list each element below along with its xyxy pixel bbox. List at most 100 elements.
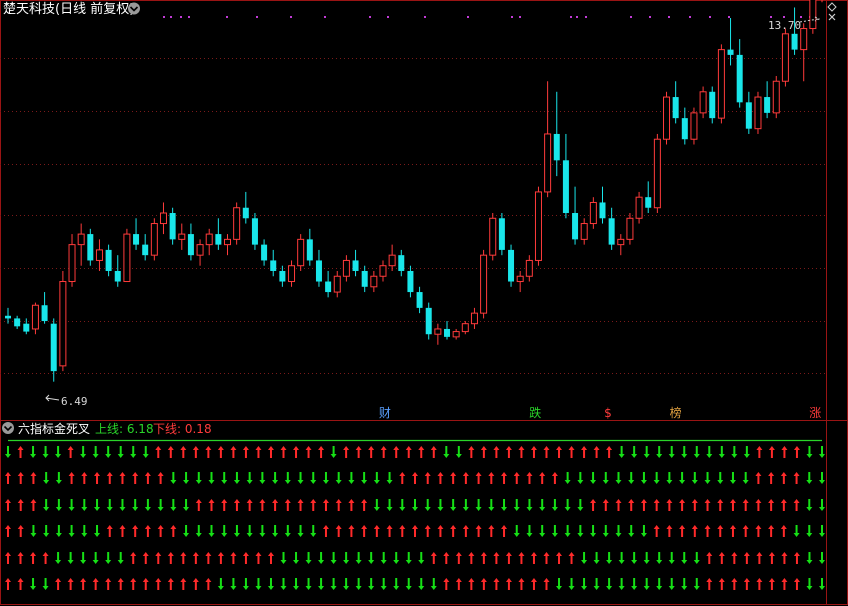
signal-arrow-up [768,525,775,537]
low-price-label: 6.49 [61,395,88,408]
signal-arrow-up [488,525,495,537]
signal-arrow-up [493,446,500,458]
signal-arrow-up [255,446,262,458]
signal-arrow-down [170,499,177,511]
signal-arrow-down [731,446,738,458]
event-marker-dot [180,16,182,18]
signal-arrow-up [167,446,174,458]
candle-body-down [407,270,414,293]
candle-body-down [270,260,277,271]
signal-arrow-up [155,552,162,564]
signal-arrow-down [373,499,380,511]
candle-body-up [699,91,707,114]
signal-arrow-down [819,446,825,458]
signal-arrow-down [318,578,325,590]
signal-arrow-down [606,552,613,564]
candle-body-down [791,33,798,50]
signal-arrow-up [192,552,199,564]
signal-arrow-down [412,499,418,511]
signal-arrow-down [310,472,317,484]
candle-body-up [452,331,460,338]
signal-arrow-down [679,472,686,484]
signal-arrow-up [488,472,495,484]
signal-arrow-up [310,499,317,511]
signal-arrow-up [180,446,187,458]
signal-arrow-up [195,499,202,511]
event-marker-dot [649,16,651,18]
event-label[interactable]: 财 [379,406,391,420]
candle-body-up [617,238,625,246]
candle-body-up [159,212,167,225]
signal-arrow-down [806,446,813,458]
chevron-down-icon[interactable] [128,2,140,15]
event-marker-dot [256,16,258,18]
signal-arrow-up [157,472,164,484]
candle-body-up [205,233,213,246]
signal-arrow-down [729,472,736,484]
signal-arrow-up [17,472,24,484]
signal-arrow-up [568,552,575,564]
signal-arrow-up [718,578,725,590]
candle-body-down [672,97,679,119]
signal-arrow-down [30,578,37,590]
candle-body-down [444,328,451,337]
indicator-menu-icon[interactable] [2,422,14,434]
signal-arrow-down [393,552,400,564]
signal-arrow-down [418,578,425,590]
candle-body-up [717,49,725,119]
signal-arrow-down [318,552,325,564]
signal-arrow-up [17,525,24,537]
high-price-label: 13.70 [768,19,801,32]
diamond-icon[interactable] [827,2,837,12]
candle-body-up [370,275,378,288]
signal-arrow-down [424,499,431,511]
event-label[interactable]: 跌 [529,405,541,420]
signal-arrow-up [742,525,749,537]
signal-arrow-up [462,472,469,484]
signal-arrow-down [195,525,202,537]
signal-arrow-up [205,552,212,564]
signal-arrow-up [5,472,11,484]
signal-arrow-down [819,499,825,511]
candle-body-up [525,259,533,277]
signal-arrow-up [233,499,240,511]
signal-arrow-up [768,472,775,484]
signal-arrow-up [455,552,462,564]
candlestick-chart[interactable]: 楚天科技(日线 前复权) 13.70 6.49 财 跌 $ 榜 涨六指标金死叉 上线: 6.18… [0,0,848,606]
signal-arrow-down [68,499,75,511]
signal-arrow-up [615,499,622,511]
signal-arrow-down [693,552,700,564]
signal-arrow-down [255,578,262,590]
candle-body-down [709,91,716,119]
signal-arrow-up [130,552,137,564]
signal-arrow-up [242,446,249,458]
candle-body-up [59,281,67,367]
signal-arrow-up [780,525,787,537]
signal-arrow-up [593,446,600,458]
signal-arrow-up [30,552,37,564]
event-label[interactable]: $ [604,406,612,420]
signal-arrow-down [443,446,450,458]
candle-body-down [508,249,515,282]
event-label[interactable]: 榜 [670,405,682,420]
signal-arrow-up [518,578,525,590]
candle-body-up [809,0,817,30]
signal-arrow-down [81,499,88,511]
signal-arrow-up [602,499,609,511]
close-icon[interactable] [828,13,836,21]
signal-arrow-down [157,499,164,511]
signal-arrow-down [373,472,380,484]
signal-arrow-down [666,472,673,484]
signal-arrow-up [399,525,406,537]
event-label[interactable]: 涨 [809,405,821,420]
signal-arrow-down [806,552,813,564]
candle-body-up [461,323,469,333]
signal-arrow-up [180,578,187,590]
signal-arrow-down [68,525,75,537]
candle-body-up [31,304,39,330]
signal-arrow-down [475,499,482,511]
signal-arrow-down [217,578,224,590]
signal-arrow-down [656,578,663,590]
candle-body-down [764,97,771,113]
signal-arrow-down [681,446,688,458]
